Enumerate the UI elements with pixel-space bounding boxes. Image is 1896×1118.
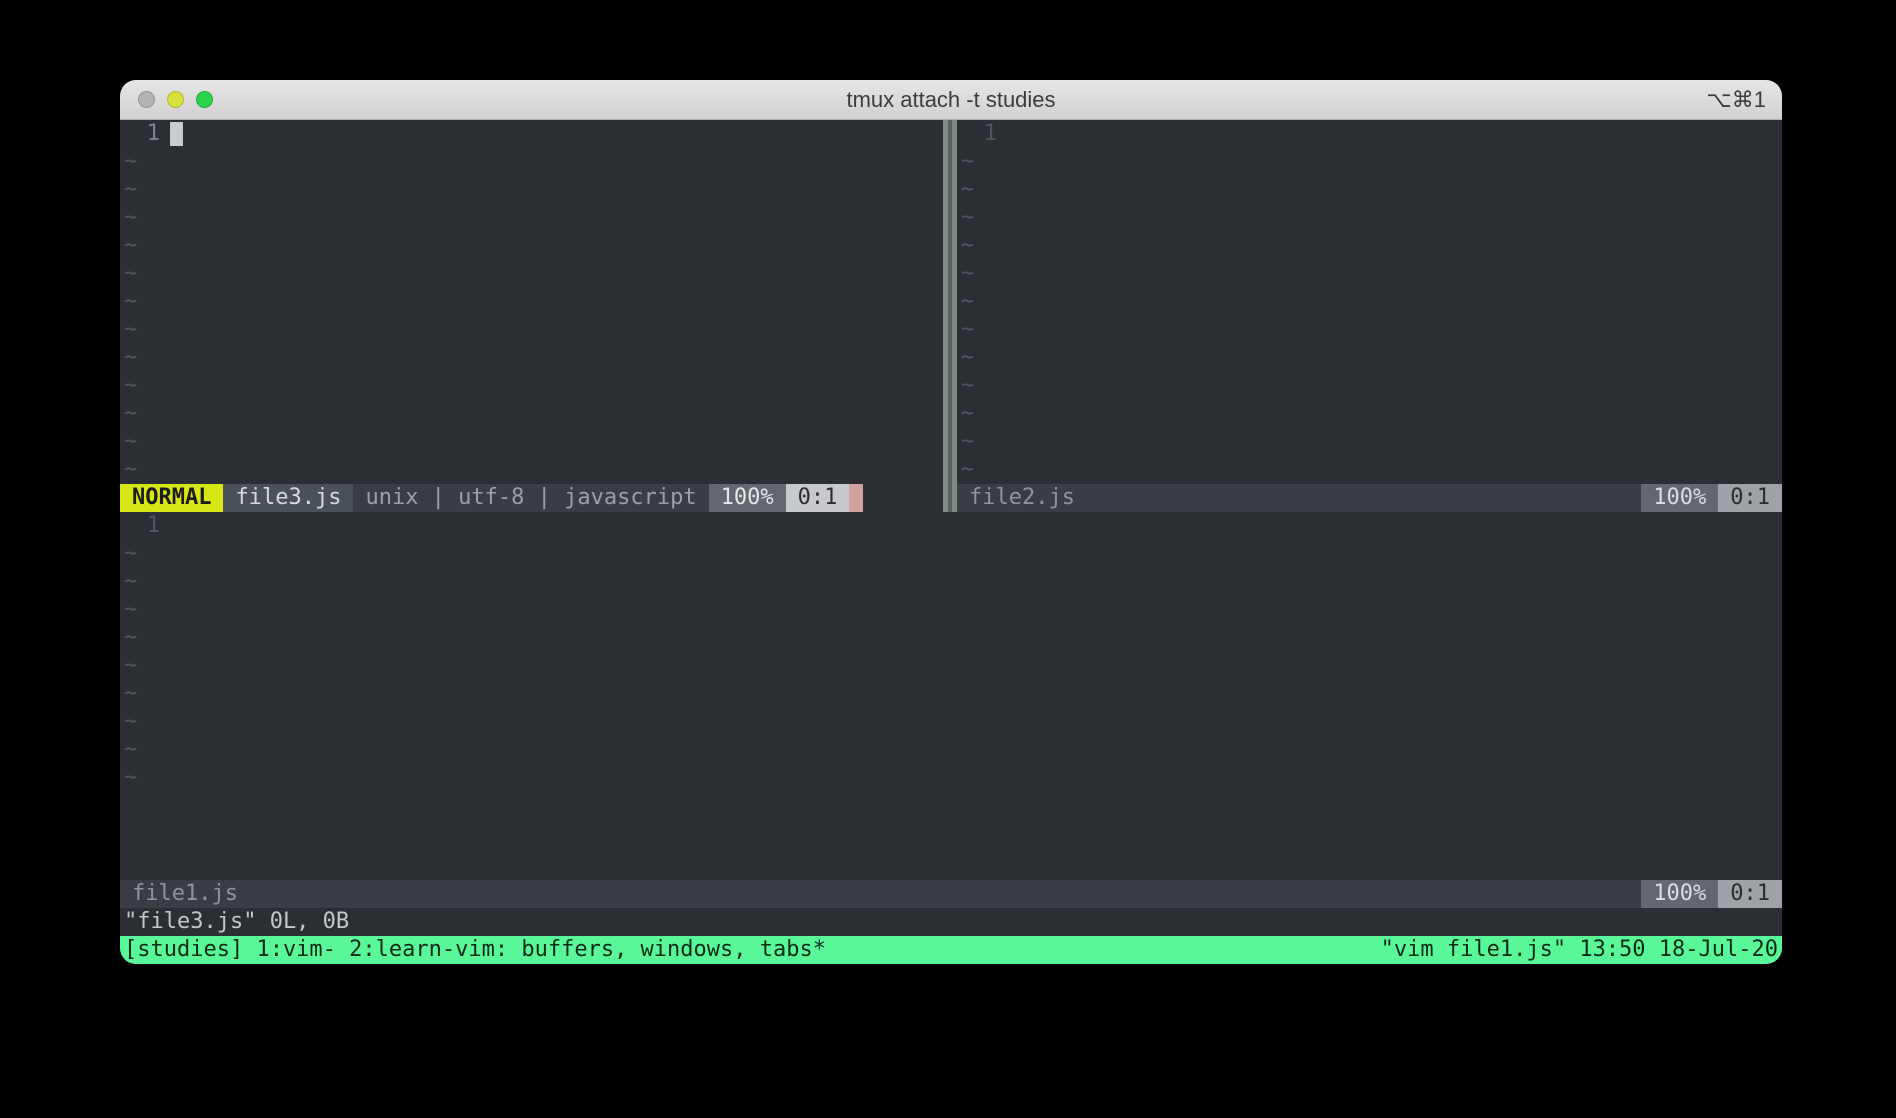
tmux-status-right: "vim file1.js" 13:50 18-Jul-20 xyxy=(1381,936,1778,964)
empty-line-tilde: ~ xyxy=(120,316,137,344)
vim-mode-indicator: NORMAL xyxy=(120,484,223,512)
window-minimize-button[interactable] xyxy=(167,91,184,108)
empty-line-tilde: ~ xyxy=(120,372,137,400)
vim-statusline-top-left: NORMAL file3.js unix | utf-8 | javascrip… xyxy=(120,484,943,512)
vim-cursor-position: 0:1 xyxy=(786,484,850,512)
empty-line-tilde: ~ xyxy=(957,428,974,456)
vim-filename: file3.js xyxy=(223,484,353,512)
tmux-status-bar[interactable]: [studies] 1:vim- 2:learn-vim: buffers, w… xyxy=(120,936,1782,964)
empty-line-tilde: ~ xyxy=(120,232,137,260)
empty-line-tilde: ~ xyxy=(120,540,137,568)
vim-file-meta: unix | utf-8 | javascript xyxy=(353,484,708,512)
empty-line-tilde: ~ xyxy=(957,232,974,260)
empty-line-tilde: ~ xyxy=(957,148,974,176)
empty-line-tilde: ~ xyxy=(120,428,137,456)
vim-scroll-percent: 100% xyxy=(1641,484,1718,512)
empty-line-tilde: ~ xyxy=(120,568,137,596)
empty-line-tilde: ~ xyxy=(120,204,137,232)
empty-line-tilde: ~ xyxy=(957,400,974,428)
vim-cursor-position: 0:1 xyxy=(1718,880,1782,908)
vim-scroll-percent: 100% xyxy=(1641,880,1718,908)
line-number: 1 xyxy=(120,512,170,540)
tmux-status-left: [studies] 1:vim- 2:learn-vim: buffers, w… xyxy=(124,936,826,964)
empty-line-tilde: ~ xyxy=(120,680,137,708)
empty-line-tilde: ~ xyxy=(957,176,974,204)
empty-line-tilde: ~ xyxy=(957,372,974,400)
empty-line-tilde: ~ xyxy=(120,344,137,372)
vim-filename: file1.js xyxy=(120,880,250,908)
vim-pane-bottom[interactable]: 1~~~~~~~~~ file1.js 100% 0:1 xyxy=(120,512,1782,908)
vim-pane-top-left[interactable]: 1~~~~~~~~~~~~~ NORMAL file3.js unix | ut… xyxy=(120,120,943,512)
line-number: 1 xyxy=(120,120,170,148)
titlebar: tmux attach -t studies ⌥⌘1 xyxy=(120,80,1782,120)
terminal-window: tmux attach -t studies ⌥⌘1 1~~~~~~~~~~~~… xyxy=(120,80,1782,964)
empty-line-tilde: ~ xyxy=(957,316,974,344)
empty-line-tilde: ~ xyxy=(120,708,137,736)
vim-cursor-position: 0:1 xyxy=(1718,484,1782,512)
empty-line-tilde: ~ xyxy=(120,736,137,764)
vim-filename: file2.js xyxy=(957,484,1087,512)
empty-line-tilde: ~ xyxy=(120,764,137,792)
empty-line-tilde: ~ xyxy=(120,456,137,484)
window-close-button[interactable] xyxy=(138,91,155,108)
empty-line-tilde: ~ xyxy=(120,260,137,288)
vim-command-line[interactable]: "file3.js" 0L, 0B xyxy=(120,908,1782,936)
empty-line-tilde: ~ xyxy=(120,652,137,680)
vim-status-separator xyxy=(849,484,863,512)
window-maximize-button[interactable] xyxy=(196,91,213,108)
vim-vertical-split-bar[interactable] xyxy=(943,120,957,512)
empty-line-tilde: ~ xyxy=(957,260,974,288)
line-number: 1 xyxy=(957,120,1007,148)
vim-statusline-top-right: file2.js 100% 0:1 xyxy=(957,484,1782,512)
window-title: tmux attach -t studies xyxy=(120,87,1782,113)
empty-line-tilde: ~ xyxy=(120,288,137,316)
window-shortcut-label: ⌥⌘1 xyxy=(1706,87,1766,113)
empty-line-tilde: ~ xyxy=(120,596,137,624)
cursor xyxy=(170,122,183,146)
empty-line-tilde: ~ xyxy=(957,456,974,484)
empty-line-tilde: ~ xyxy=(957,288,974,316)
vim-pane-top-right[interactable]: 1~~~~~~~~~~~~~ file2.js 100% 0:1 xyxy=(957,120,1782,512)
empty-line-tilde: ~ xyxy=(957,204,974,232)
terminal-body[interactable]: 1~~~~~~~~~~~~~ NORMAL file3.js unix | ut… xyxy=(120,120,1782,964)
vim-scroll-percent: 100% xyxy=(709,484,786,512)
empty-line-tilde: ~ xyxy=(120,624,137,652)
empty-line-tilde: ~ xyxy=(957,344,974,372)
empty-line-tilde: ~ xyxy=(120,400,137,428)
vim-statusline-bottom: file1.js 100% 0:1 xyxy=(120,880,1782,908)
empty-line-tilde: ~ xyxy=(120,176,137,204)
empty-line-tilde: ~ xyxy=(120,148,137,176)
